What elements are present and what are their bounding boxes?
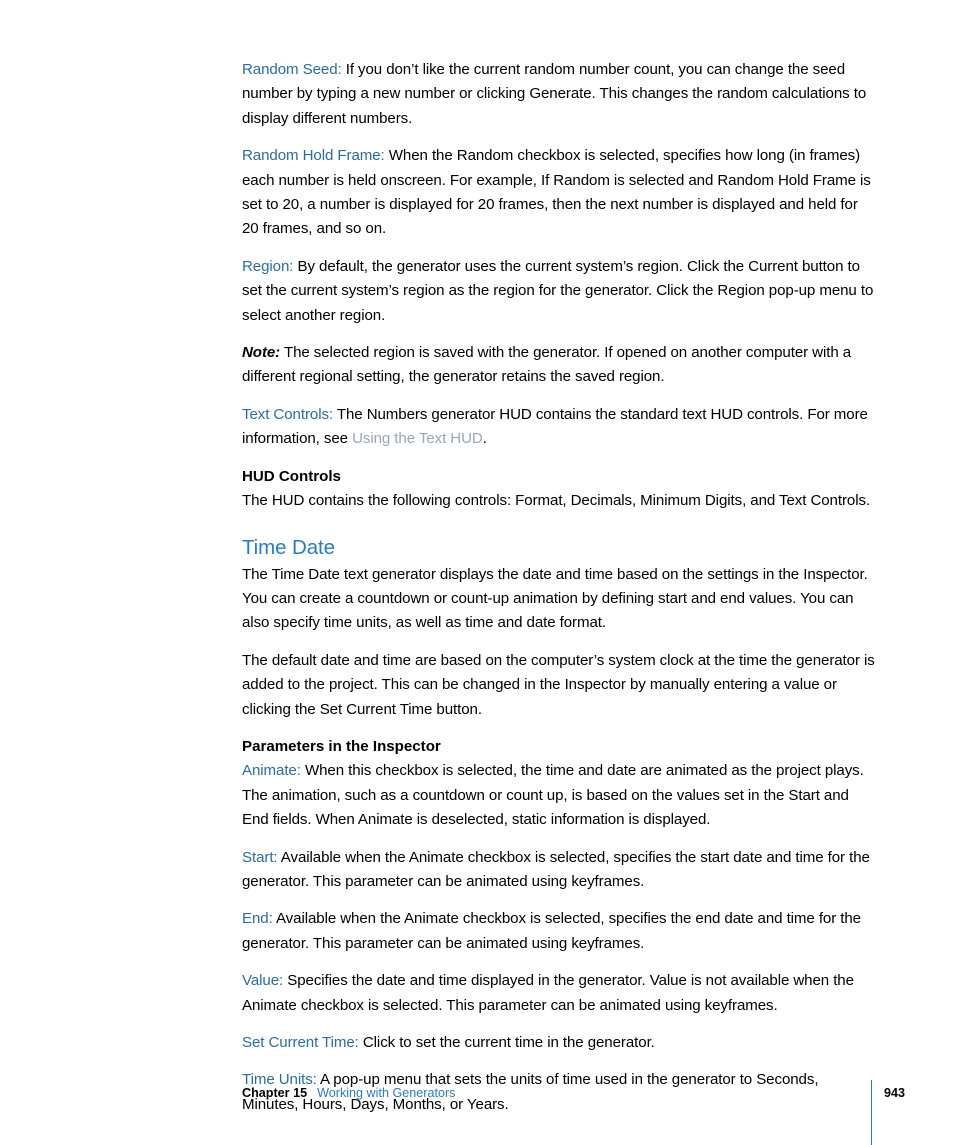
paragraph-animate: Animate: When this checkbox is selected,…	[242, 759, 875, 832]
paragraph-text-controls: Text Controls: The Numbers generator HUD…	[242, 403, 875, 452]
page-content: Random Seed: If you don’t like the curre…	[242, 58, 875, 1130]
page-footer: Chapter 15 Working with Generators	[242, 1084, 875, 1102]
body-note: The selected region is saved with the ge…	[242, 344, 852, 386]
body-animate: When this checkbox is selected, the time…	[242, 762, 864, 829]
paragraph-time-date-2: The default date and time are based on t…	[242, 651, 875, 718]
body-end: Available when the Animate checkbox is s…	[242, 910, 861, 952]
term-value: Value:	[242, 972, 284, 990]
heading-parameters-inspector: Parameters in the Inspector	[242, 737, 441, 755]
footer-divider-rule	[871, 1080, 872, 1145]
term-text-controls: Text Controls:	[242, 405, 334, 423]
term-set-current-time: Set Current Time:	[242, 1034, 359, 1051]
body-set-current-time: Click to set the current time in the gen…	[358, 1034, 655, 1051]
paragraph-value: Value: Specifies the date and time displ…	[242, 969, 875, 1018]
term-animate: Animate:	[242, 762, 301, 780]
link-using-the-text-hud[interactable]: Using the Text HUD	[352, 430, 483, 447]
footer-chapter-title: Working with Generators	[317, 1086, 456, 1100]
section-hud-controls: HUD Controls The HUD contains the follow…	[242, 465, 875, 514]
term-start: Start:	[242, 848, 278, 866]
paragraph-start: Start: Available when the Animate checkb…	[242, 846, 875, 895]
term-random-hold-frame: Random Hold Frame:	[242, 147, 385, 165]
paragraph-set-current-time: Set Current Time: Click to set the curre…	[242, 1031, 875, 1055]
term-region: Region:	[242, 257, 294, 275]
term-random-seed: Random Seed:	[242, 61, 342, 78]
page-number: 943	[884, 1086, 906, 1100]
heading-hud-controls: HUD Controls	[242, 467, 341, 485]
document-page: Random Seed: If you don’t like the curre…	[0, 0, 954, 1145]
body-value: Specifies the date and time displayed in…	[242, 972, 854, 1014]
body-text-controls-before: The Numbers generator HUD contains the s…	[242, 405, 868, 448]
term-note: Note:	[242, 344, 281, 362]
body-region: By default, the generator uses the curre…	[242, 257, 874, 324]
paragraph-time-date-1: The Time Date text generator displays th…	[242, 565, 868, 632]
heading-time-date: Time Date	[242, 535, 335, 559]
paragraph-random-hold-frame: Random Hold Frame: When the Random check…	[242, 144, 875, 242]
paragraph-random-seed: Random Seed: If you don’t like the curre…	[242, 58, 875, 131]
body-text-controls-after: .	[482, 430, 487, 448]
footer-chapter: Chapter 15	[242, 1086, 308, 1100]
body-hud-controls: The HUD contains the following controls:…	[242, 492, 871, 510]
paragraph-note: Note: The selected region is saved with …	[242, 341, 875, 390]
paragraph-region: Region: By default, the generator uses t…	[242, 255, 875, 328]
body-start: Available when the Animate checkbox is s…	[242, 848, 870, 890]
paragraph-end: End: Available when the Animate checkbox…	[242, 907, 875, 956]
term-end: End:	[242, 910, 273, 928]
